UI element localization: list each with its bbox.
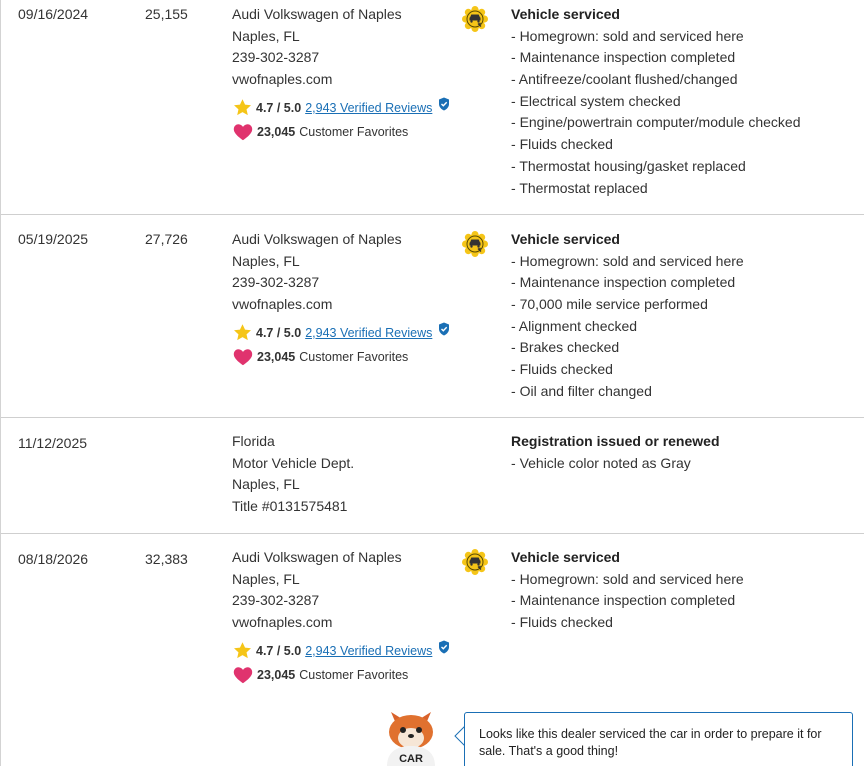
agency-dept: Motor Vehicle Dept. bbox=[232, 454, 355, 471]
detail-item: - Fluids checked bbox=[511, 614, 613, 631]
rating-score: 4.7 / 5.0 bbox=[256, 643, 302, 658]
tip-text: Looks like this dealer serviced the car … bbox=[479, 727, 822, 758]
verified-shield-icon bbox=[439, 640, 450, 654]
record-odometer: 32,383 bbox=[145, 551, 188, 567]
favorites-count: 23,045 bbox=[257, 349, 296, 364]
rating-score: 4.7 / 5.0 bbox=[256, 100, 302, 115]
verified-reviews-link[interactable]: 2,943 Verified Reviews bbox=[305, 326, 432, 340]
detail-item: - Maintenance inspection completed bbox=[511, 49, 736, 66]
customer-favorites: 23,045 Customer Favorites bbox=[232, 663, 482, 687]
customer-favorites: 23,045 Customer Favorites bbox=[232, 345, 482, 369]
favorites-count: 23,045 bbox=[257, 124, 296, 139]
dealer-rating: 4.7 / 5.0 2,943 Verified Reviews bbox=[232, 97, 482, 119]
record-date: 09/16/2024 bbox=[18, 6, 89, 22]
dealer-phone: 239-302-3287 bbox=[232, 49, 320, 66]
dealer-location: Naples, FL bbox=[232, 27, 300, 44]
detail-item: - Fluids checked bbox=[511, 361, 613, 378]
verified-reviews-link[interactable]: 2,943 Verified Reviews bbox=[305, 101, 432, 115]
detail-item: - Homegrown: sold and serviced here bbox=[511, 252, 744, 269]
record-date: 05/19/2025 bbox=[18, 231, 89, 247]
dealer-phone: 239-302-3287 bbox=[232, 592, 320, 609]
svg-text:CAR: CAR bbox=[399, 753, 423, 765]
dealer-name: Audi Volkswagen of Naples bbox=[232, 231, 402, 247]
verified-reviews-link[interactable]: 2,943 Verified Reviews bbox=[305, 644, 432, 658]
dealer-website[interactable]: vwofnaples.com bbox=[232, 69, 482, 91]
dealer-name: Audi Volkswagen of Naples bbox=[232, 549, 402, 565]
detail-item: - Fluids checked bbox=[511, 136, 613, 153]
detail-item: - Antifreeze/coolant flushed/changed bbox=[511, 71, 738, 88]
detail-item: - Vehicle color noted as Gray bbox=[511, 454, 691, 471]
record-source: Florida Motor Vehicle Dept. Naples, FL T… bbox=[232, 431, 482, 518]
agency-name: Florida bbox=[232, 433, 275, 449]
rating-score: 4.7 / 5.0 bbox=[256, 325, 302, 340]
detail-item: - Oil and filter changed bbox=[511, 382, 652, 399]
agency-location: Naples, FL bbox=[232, 476, 300, 493]
record-divider bbox=[1, 417, 864, 418]
dealer-rating: 4.7 / 5.0 2,943 Verified Reviews bbox=[232, 640, 482, 662]
detail-item: - Thermostat replaced bbox=[511, 179, 648, 196]
title-number: Title #0131575481 bbox=[232, 498, 348, 515]
record-source: Audi Volkswagen of Naples Naples, FL 239… bbox=[232, 547, 482, 687]
dealer-phone: 239-302-3287 bbox=[232, 274, 320, 291]
verified-shield-icon bbox=[439, 97, 450, 111]
heart-icon bbox=[233, 348, 253, 365]
detail-item: - Homegrown: sold and serviced here bbox=[511, 27, 744, 44]
record-odometer: 25,155 bbox=[145, 6, 188, 22]
service-badge-icon bbox=[462, 231, 488, 257]
detail-item: - Electrical system checked bbox=[511, 92, 681, 109]
record-event-title: Registration issued or renewed bbox=[511, 433, 720, 449]
carfox-mascot-icon: CAR bbox=[387, 712, 435, 766]
record-details: Registration issued or renewed - Vehicle… bbox=[511, 431, 861, 474]
detail-item: - Engine/powertrain computer/module chec… bbox=[511, 114, 801, 131]
heart-icon bbox=[233, 123, 253, 140]
vehicle-history-section: 09/16/2024 25,155 Audi Volkswagen of Nap… bbox=[0, 0, 864, 766]
dealer-website[interactable]: vwofnaples.com bbox=[232, 612, 482, 634]
record-divider bbox=[1, 533, 864, 534]
record-details: Vehicle serviced - Homegrown: sold and s… bbox=[511, 547, 861, 634]
record-date: 11/12/2025 bbox=[18, 435, 88, 451]
service-badge-icon bbox=[462, 6, 488, 32]
dealer-location: Naples, FL bbox=[232, 570, 300, 587]
star-icon bbox=[234, 99, 251, 116]
dealer-location: Naples, FL bbox=[232, 252, 300, 269]
detail-item: - 70,000 mile service performed bbox=[511, 296, 708, 313]
record-details: Vehicle serviced - Homegrown: sold and s… bbox=[511, 4, 861, 199]
record-date: 08/18/2026 bbox=[18, 551, 89, 567]
dealer-website[interactable]: vwofnaples.com bbox=[232, 294, 482, 316]
star-icon bbox=[234, 642, 251, 659]
customer-favorites: 23,045 Customer Favorites bbox=[232, 120, 482, 144]
dealer-rating: 4.7 / 5.0 2,943 Verified Reviews bbox=[232, 322, 482, 344]
service-badge-icon bbox=[462, 549, 488, 575]
detail-item: - Alignment checked bbox=[511, 317, 638, 334]
dealer-tip-bubble: Looks like this dealer serviced the car … bbox=[464, 712, 853, 766]
detail-item: - Brakes checked bbox=[511, 339, 620, 356]
favorites-label: Customer Favorites bbox=[299, 349, 409, 364]
record-source: Audi Volkswagen of Naples Naples, FL 239… bbox=[232, 4, 482, 144]
favorites-label: Customer Favorites bbox=[299, 124, 409, 139]
detail-item: - Maintenance inspection completed bbox=[511, 592, 736, 609]
heart-icon bbox=[233, 666, 253, 683]
record-event-title: Vehicle serviced bbox=[511, 231, 620, 247]
record-divider bbox=[1, 214, 864, 215]
record-details: Vehicle serviced - Homegrown: sold and s… bbox=[511, 229, 861, 403]
detail-item: - Homegrown: sold and serviced here bbox=[511, 570, 744, 587]
detail-item: - Thermostat housing/gasket replaced bbox=[511, 157, 746, 174]
detail-item: - Maintenance inspection completed bbox=[511, 274, 736, 291]
record-source: Audi Volkswagen of Naples Naples, FL 239… bbox=[232, 229, 482, 369]
record-event-title: Vehicle serviced bbox=[511, 6, 620, 22]
verified-shield-icon bbox=[439, 322, 450, 336]
favorites-count: 23,045 bbox=[257, 667, 296, 682]
dealer-name: Audi Volkswagen of Naples bbox=[232, 6, 402, 22]
record-odometer: 27,726 bbox=[145, 231, 188, 247]
record-event-title: Vehicle serviced bbox=[511, 549, 620, 565]
star-icon bbox=[234, 324, 251, 341]
favorites-label: Customer Favorites bbox=[299, 667, 409, 682]
